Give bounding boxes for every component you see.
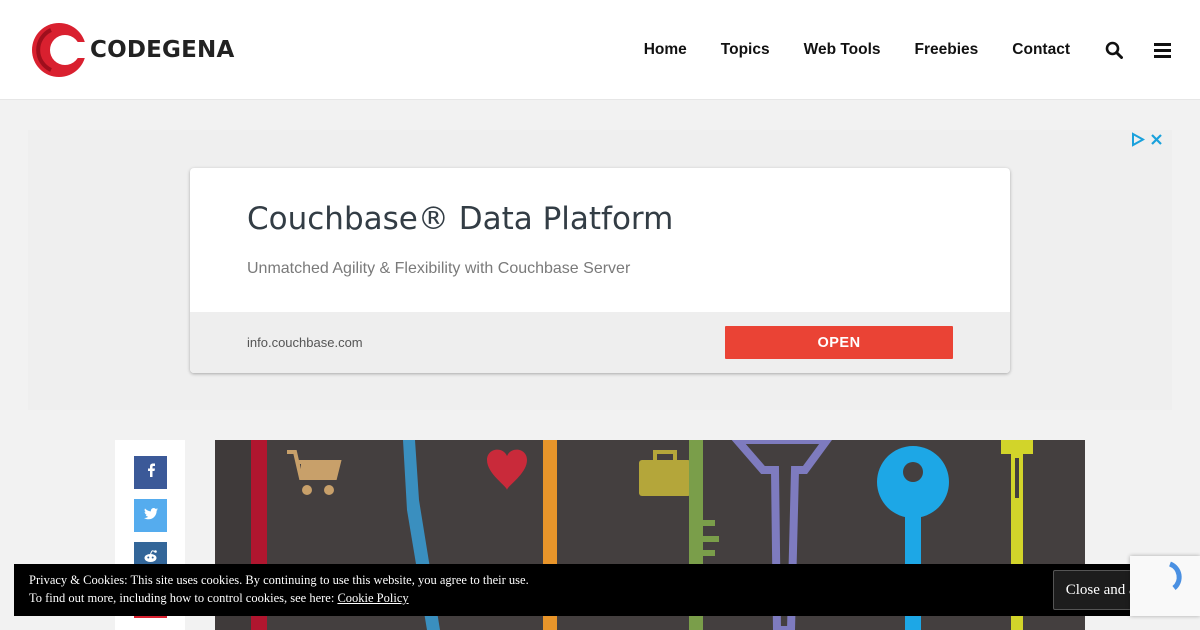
cookie-line-1: Privacy & Cookies: This site uses cookie… <box>29 573 529 587</box>
main-nav: Home Topics Web Tools Freebies Contact <box>644 0 1200 100</box>
facebook-icon <box>146 463 156 482</box>
cookie-banner: Privacy & Cookies: This site uses cookie… <box>14 564 1186 616</box>
ad-open-button[interactable]: OPEN <box>725 326 953 359</box>
adchoices-icon[interactable] <box>1130 132 1146 152</box>
nav-topics[interactable]: Topics <box>721 41 770 59</box>
close-icon[interactable] <box>1149 132 1164 152</box>
ad-footer: info.couchbase.com OPEN <box>190 312 1010 373</box>
nav-contact[interactable]: Contact <box>1012 41 1070 59</box>
ad-container: Couchbase® Data Platform Unmatched Agili… <box>28 130 1172 410</box>
recaptcha-badge[interactable] <box>1130 556 1200 616</box>
nav-home[interactable]: Home <box>644 41 687 59</box>
share-twitter-button[interactable] <box>134 499 167 532</box>
ad-choices <box>1130 132 1164 152</box>
twitter-icon <box>143 507 158 525</box>
logo-mark-icon <box>31 20 87 80</box>
site-header: CODEGENA Home Topics Web Tools Freebies … <box>0 0 1200 100</box>
ad-title[interactable]: Couchbase® Data Platform <box>247 201 673 237</box>
ad-card[interactable]: Couchbase® Data Platform Unmatched Agili… <box>190 168 1010 373</box>
ad-url[interactable]: info.couchbase.com <box>247 335 363 350</box>
cookie-line-2: To find out more, including how to contr… <box>29 589 529 607</box>
menu-icon[interactable] <box>1152 40 1172 60</box>
cookie-line-2-prefix: To find out more, including how to contr… <box>29 591 338 605</box>
share-facebook-button[interactable] <box>134 456 167 489</box>
logo-text: CODEGENA <box>90 37 235 63</box>
nav-web-tools[interactable]: Web Tools <box>804 41 881 59</box>
cookie-policy-link[interactable]: Cookie Policy <box>337 591 408 605</box>
cookie-text: Privacy & Cookies: This site uses cookie… <box>29 571 529 607</box>
search-icon[interactable] <box>1104 40 1124 60</box>
site-logo[interactable]: CODEGENA <box>31 20 234 80</box>
ad-description: Unmatched Agility & Flexibility with Cou… <box>247 260 631 277</box>
nav-freebies[interactable]: Freebies <box>915 41 979 59</box>
